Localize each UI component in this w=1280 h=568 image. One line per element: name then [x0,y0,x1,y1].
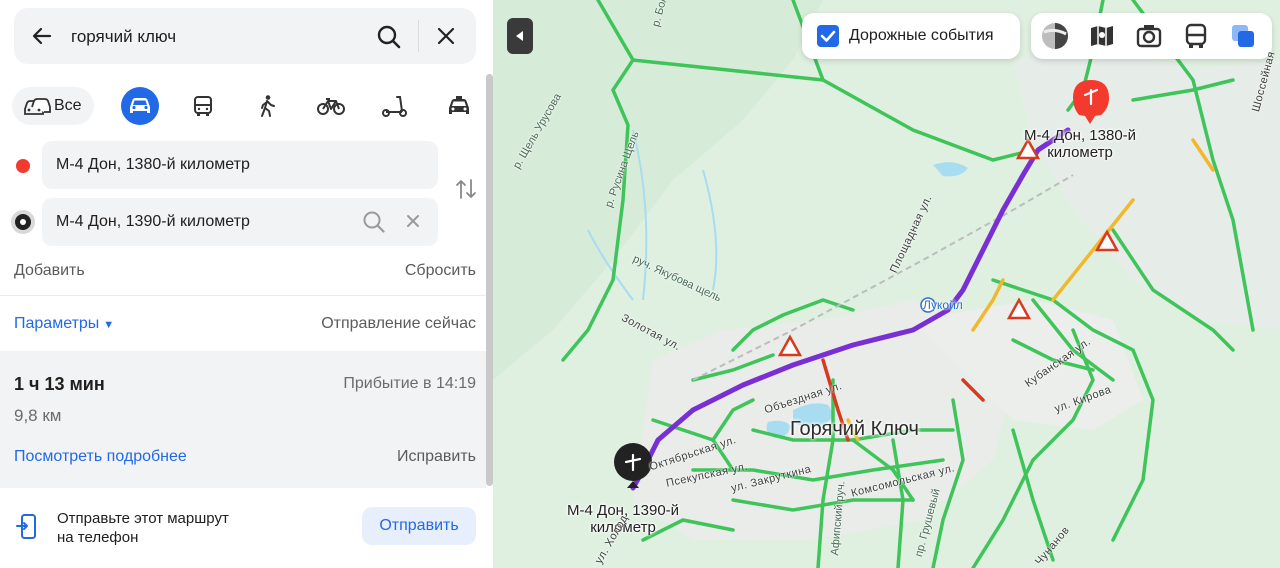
map-layers-bar [1031,13,1272,59]
reset-button[interactable]: Сбросить [405,262,476,280]
search-divider [418,20,419,52]
scrollbar[interactable] [486,74,493,486]
poi-lukoil[interactable]: Лукойл [923,298,963,312]
taxi-icon [449,96,469,114]
car-icon [130,98,150,113]
route-panel: горячий ключ Все М-4 Дон, 1380-й километ… [0,0,493,568]
collapse-panel-button[interactable] [507,18,533,54]
map-view[interactable]: Дорожные события М-4 Дон, 1380-й километ… [493,0,1280,568]
route-distance: 9,8 км [14,406,62,425]
camera-icon[interactable] [1135,22,1163,50]
search-bar[interactable]: горячий ключ [14,8,476,64]
fix-link[interactable]: Исправить [397,448,476,466]
from-value[interactable]: М-4 Дон, 1380-й километр [56,156,250,174]
pedestrian-icon [261,95,275,117]
swap-icon[interactable] [455,178,477,200]
clear-icon[interactable] [406,214,420,228]
params-label[interactable]: Параметры [14,315,99,332]
start-label-line1: М-4 Дон, 1380-й [1024,127,1137,144]
arrival-time: Прибытие в 14:19 [343,375,476,392]
scooter-icon [382,96,407,117]
mode-taxi-button[interactable] [441,88,477,124]
back-arrow-icon[interactable] [30,24,54,48]
mode-bus-button[interactable] [185,88,221,124]
search-query[interactable]: горячий ключ [71,27,176,47]
mode-all-button[interactable]: Все [12,87,94,125]
details-link[interactable]: Посмотреть подробнее [14,448,187,466]
panorama-book-icon[interactable] [1088,22,1116,50]
all-transport-icon [24,98,51,115]
checkbox-checked[interactable] [817,25,839,47]
send-button[interactable]: Отправить [362,507,476,545]
divider [0,295,486,296]
end-point-marker [11,210,35,234]
mode-walk-button[interactable] [249,88,285,124]
search-icon[interactable] [362,210,386,234]
city-label: Горячий Ключ [790,418,919,440]
mode-scooter-button[interactable] [377,88,413,124]
bus-icon [194,96,212,116]
transport-modes: Все [12,86,482,126]
from-field[interactable]: М-4 Дон, 1380-й километр [42,141,438,189]
transport-layer-icon[interactable] [1182,22,1210,50]
search-icon[interactable] [376,24,402,50]
departure-time[interactable]: Отправление сейчас [321,315,476,333]
check-icon [820,30,836,42]
close-icon[interactable] [436,26,456,46]
dropdown-triangle-icon: ▼ [103,319,115,331]
traffic-events-label[interactable]: Дорожные события [849,27,994,45]
start-point-label: М-4 Дон, 1380-й километр [1024,127,1136,161]
params-dropdown[interactable]: Параметры ▼ [14,315,114,333]
mode-all-label: Все [54,97,82,114]
send-text: Отправьте этот маршрут на телефон [57,509,229,547]
traffic-events-toggle[interactable]: Дорожные события [802,13,1020,59]
bicycle-icon [317,98,345,115]
add-point-button[interactable]: Добавить [14,262,85,280]
route-duration: 1 ч 13 мин [14,374,105,394]
to-value[interactable]: М-4 Дон, 1390-й километр [56,213,250,231]
layers-icon[interactable] [1229,22,1257,50]
start-label-line2: километр [1047,144,1113,161]
phone-icon [16,514,36,539]
map-style-icon[interactable] [1041,22,1069,50]
mode-bike-button[interactable] [313,88,349,124]
send-text-line1: Отправьте этот маршрут [57,510,229,527]
send-to-phone: Отправьте этот маршрут на телефон Отправ… [0,496,486,568]
to-field[interactable]: М-4 Дон, 1390-й километр [42,198,438,246]
mode-car-button[interactable] [121,87,159,125]
route-option-card[interactable]: 1 ч 13 мин Прибытие в 14:19 9,8 км Посмо… [0,351,486,488]
send-text-line2: на телефон [57,529,139,546]
start-point-marker [16,159,30,173]
